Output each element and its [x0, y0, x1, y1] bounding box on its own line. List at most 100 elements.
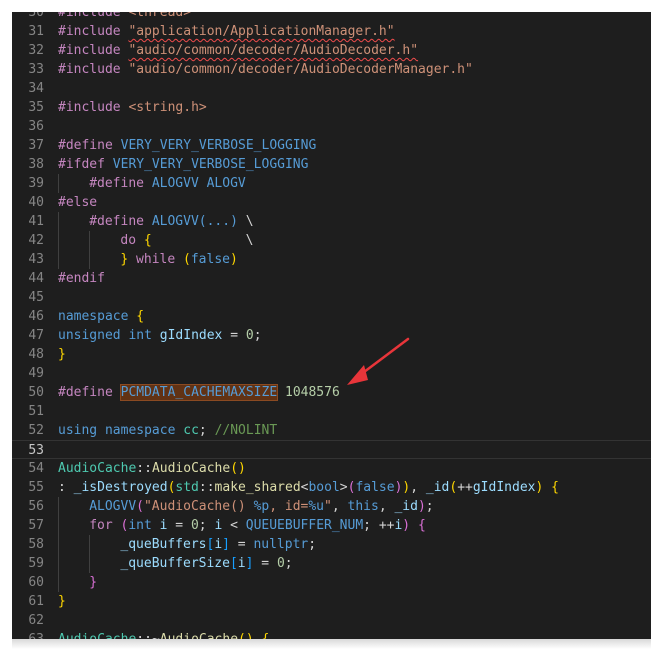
code-line[interactable]: 59 _queBufferSize[i] = 0; — [12, 554, 651, 573]
code-line[interactable]: 34 — [12, 79, 651, 98]
code-line[interactable]: 61} — [12, 592, 651, 611]
code-token: PCMDATA_CACHEMAXSIZE — [119, 384, 279, 401]
line-number: 57 — [28, 518, 44, 533]
code-line[interactable]: 55: _isDestroyed(std::make_shared<bool>(… — [12, 478, 651, 497]
line-number: 36 — [28, 119, 44, 134]
code-token: <string.h> — [128, 100, 207, 115]
code-token: #define — [89, 214, 152, 229]
code-token: #include — [58, 12, 129, 20]
code-editor[interactable]: 30 #include <thread> 31 #include "applicati… — [12, 12, 651, 639]
line-number: 33 — [28, 62, 44, 77]
code-token: gIdIndex — [472, 480, 536, 495]
code-line[interactable]: 32 #include "audio/common/decoder/AudioDe… — [12, 41, 651, 60]
code-line[interactable]: 49 — [12, 364, 651, 383]
code-line[interactable]: 54 AudioCache::AudioCache() — [12, 459, 651, 478]
code-line[interactable]: 43} while (false) — [12, 250, 651, 269]
code-line[interactable]: 60} — [12, 573, 651, 592]
line-code: #include "application/ApplicationManager… — [58, 22, 395, 41]
code-line[interactable]: 50 #define PCMDATA_CACHEMAXSIZE 1048576 — [12, 383, 651, 402]
code-token: ; — [284, 556, 293, 571]
code-token: ; — [198, 423, 215, 438]
code-token: { — [262, 632, 270, 639]
indent-guide — [89, 231, 91, 250]
line-code: #include <string.h> — [58, 98, 207, 117]
line-code: #endif — [58, 269, 105, 288]
line-code: #include <thread> — [58, 12, 191, 22]
indent-guide — [58, 573, 59, 592]
code-line[interactable]: 30 #include <thread> — [12, 12, 651, 22]
line-code: AudioCache::AudioCache() — [58, 459, 246, 478]
code-token: this — [347, 499, 379, 514]
code-token: ; — [363, 518, 379, 533]
line-code: #define PCMDATA_CACHEMAXSIZE 1048576 — [58, 383, 340, 402]
code-token: \ — [151, 233, 254, 248]
line-number: 63 — [12, 630, 44, 639]
code-token: cc — [183, 423, 199, 438]
code-line[interactable]: 53 — [12, 440, 651, 459]
code-token: ; — [308, 537, 317, 552]
code-token: ++ — [457, 480, 473, 495]
line-code: #include "audio/common/decoder/AudioDeco… — [58, 41, 418, 60]
code-line[interactable]: 58 _queBuffers[i] = nullptr; — [12, 535, 651, 554]
code-line[interactable]: 46 namespace { — [12, 307, 651, 326]
line-number: 30 — [28, 12, 44, 20]
code-line[interactable]: 52 using namespace cc; //NOLINT — [12, 421, 651, 440]
code-line[interactable]: 48} — [12, 345, 651, 364]
code-token: 0 — [245, 328, 254, 343]
code-token: [ — [229, 556, 238, 571]
line-number: 31 — [28, 24, 44, 39]
indent-guide — [58, 554, 59, 573]
code-line[interactable]: 36 — [12, 117, 651, 136]
code-token: } — [58, 594, 66, 609]
code-line[interactable]: 63AudioCache::~AudioCache() { — [12, 630, 651, 639]
code-line[interactable]: 57 for (int i = 0; i < QUEUEBUFFER_NUM; +… — [12, 516, 651, 535]
code-token: < — [222, 518, 246, 533]
line-number: 51 — [28, 404, 44, 419]
code-token: :: — [198, 480, 215, 495]
code-token: 1048576 — [285, 385, 340, 400]
code-line[interactable]: 31 #include "application/ApplicationManag… — [12, 22, 651, 41]
code-token: ) — [402, 518, 411, 533]
line-number: 60 — [28, 575, 44, 590]
code-line[interactable]: 37 #define VERY_VERY_VERBOSE_LOGGING — [12, 136, 651, 155]
code-token: ) — [229, 252, 238, 267]
code-line[interactable]: 62 — [12, 611, 651, 630]
code-line[interactable]: 42 do { \ — [12, 231, 651, 250]
code-line[interactable]: 51 — [12, 402, 651, 421]
code-line[interactable]: 33 #include "audio/common/decoder/AudioDe… — [12, 60, 651, 79]
line-code: ALOGVV("AudioCache() %p, id=%u", this, _… — [89, 497, 433, 516]
code-token: ALOGV — [206, 176, 246, 191]
code-line[interactable]: 38 #ifdef VERY_VERY_VERBOSE_LOGGING — [12, 155, 651, 174]
code-token: , — [378, 499, 395, 514]
line-code: #else — [58, 193, 97, 212]
code-token: %p — [253, 499, 270, 514]
code-token: } — [58, 347, 66, 362]
code-line[interactable]: 41 #define ALOGVV(...) \ — [12, 212, 651, 231]
code-token: = — [167, 518, 191, 533]
code-line[interactable]: 45 — [12, 288, 651, 307]
line-code: #define ALOGVV ALOGV — [89, 174, 246, 193]
code-line[interactable]: 56 ALOGVV("AudioCache() %p, id=%u", this,… — [12, 497, 651, 516]
code-token: int — [128, 518, 152, 533]
code-line[interactable]: 44 #endif — [12, 269, 651, 288]
code-token: : — [58, 480, 74, 495]
line-code: using namespace cc; //NOLINT — [58, 421, 277, 440]
code-line[interactable]: 40 #else — [12, 193, 651, 212]
line-code: } — [58, 592, 66, 611]
line-number: 37 — [28, 138, 44, 153]
code-token: " — [324, 499, 332, 514]
code-line[interactable]: 47 unsigned int gIdIndex = 0; — [12, 326, 651, 345]
code-line[interactable]: 39 #define ALOGVV ALOGV — [12, 174, 651, 193]
code-token: () — [230, 461, 246, 476]
line-number: 39 — [28, 176, 44, 191]
code-token: bool — [308, 480, 340, 495]
code-token: #include — [58, 100, 129, 115]
code-line[interactable]: 35 #include <string.h> — [12, 98, 651, 117]
code-token: nullptr — [253, 537, 309, 552]
